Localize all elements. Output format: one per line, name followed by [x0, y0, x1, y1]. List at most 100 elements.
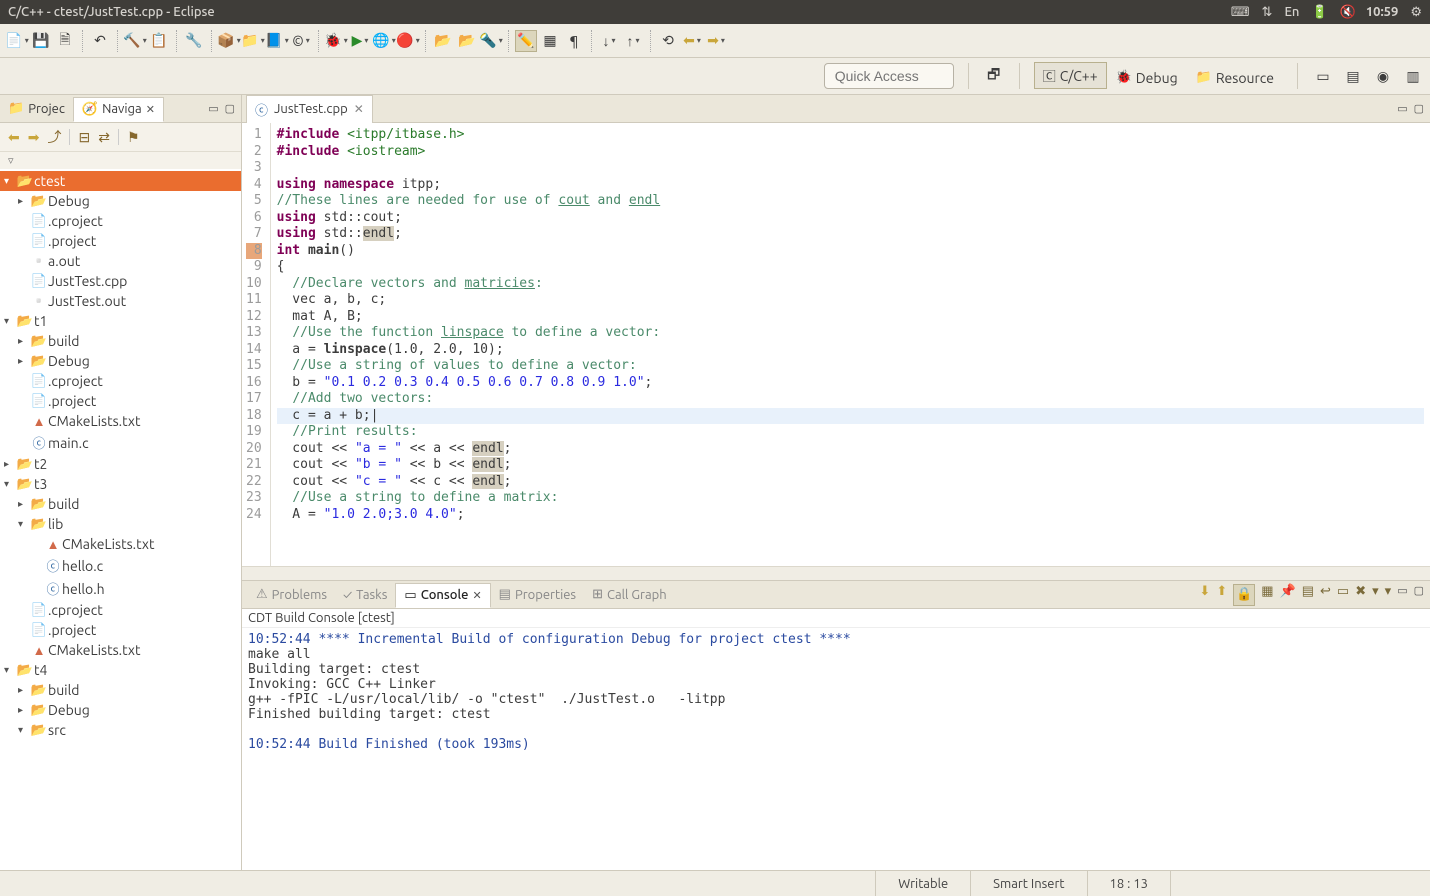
- build-all-button[interactable]: 📋: [148, 30, 170, 52]
- save-button[interactable]: 💾: [30, 30, 52, 52]
- task-list-icon[interactable]: ▤: [1342, 65, 1364, 87]
- up-icon[interactable]: ⤴: [47, 127, 61, 147]
- tab-properties[interactable]: ▤Properties: [491, 583, 584, 606]
- close-icon[interactable]: ✕: [146, 103, 155, 116]
- wrap-icon[interactable]: ↩: [1320, 584, 1331, 606]
- tree-item[interactable]: 📄JustTest.cpp: [0, 271, 241, 291]
- new-button[interactable]: 📄: [6, 30, 28, 52]
- filter-icon[interactable]: ⚑: [127, 129, 140, 146]
- tab-console[interactable]: ▭Console ✕: [395, 583, 490, 608]
- tree-item[interactable]: ▸📂build: [0, 331, 241, 351]
- tree-item[interactable]: ▾📂t4: [0, 660, 241, 680]
- tree-item[interactable]: 📄.cproject: [0, 600, 241, 620]
- display-selected-icon[interactable]: ▾: [1372, 584, 1379, 606]
- navigator-tab[interactable]: 🧭 Naviga ✕: [73, 97, 164, 122]
- minimize-icon[interactable]: ▭: [1397, 584, 1407, 606]
- up-arrow-icon[interactable]: ⬆: [1216, 584, 1227, 606]
- new-source-button[interactable]: ©: [290, 30, 312, 52]
- open-console-icon[interactable]: ▾: [1385, 584, 1392, 606]
- code-editor[interactable]: 123456789101112131415161718192021222324 …: [242, 123, 1430, 566]
- terminate-icon[interactable]: ▭: [1337, 584, 1349, 606]
- back-button[interactable]: ⬅: [681, 30, 703, 52]
- new-folder-button[interactable]: 📁: [242, 30, 264, 52]
- tree-item[interactable]: 📄.cproject: [0, 211, 241, 231]
- tree-item[interactable]: ▲CMakeLists.txt: [0, 534, 241, 554]
- code-area[interactable]: #include <itpp/itbase.h>#include <iostre…: [271, 123, 1430, 566]
- tree-item[interactable]: ⓒmain.c: [0, 431, 241, 454]
- outline-toggle-icon[interactable]: ▭: [1312, 65, 1334, 87]
- profile-button[interactable]: 🌐: [373, 30, 395, 52]
- scroll-lock-icon[interactable]: 🔒: [1233, 584, 1255, 606]
- last-edit-button[interactable]: ⟲: [657, 30, 679, 52]
- perspective-cc++[interactable]: 🄲C/C++: [1034, 62, 1107, 89]
- tree-item[interactable]: ▲CMakeLists.txt: [0, 411, 241, 431]
- target-icon[interactable]: ◉: [1372, 65, 1394, 87]
- tree-item[interactable]: ▸📂Debug: [0, 191, 241, 211]
- tree-item[interactable]: ⓒhello.h: [0, 577, 241, 600]
- debug-button[interactable]: 🐞: [325, 30, 347, 52]
- tree-item[interactable]: ▫️JustTest.out: [0, 291, 241, 311]
- open-perspective-button[interactable]: 🗗: [983, 65, 1005, 87]
- make-icon[interactable]: ▥: [1402, 65, 1424, 87]
- forward-button[interactable]: ➡: [705, 30, 727, 52]
- minimize-icon[interactable]: ▭: [208, 102, 218, 115]
- tool-button[interactable]: 🔧: [183, 30, 205, 52]
- run-button[interactable]: ▶: [349, 30, 371, 52]
- tree-item[interactable]: ▲CMakeLists.txt: [0, 640, 241, 660]
- block-select-button[interactable]: ▦: [539, 30, 561, 52]
- forward-icon[interactable]: ➡: [28, 129, 40, 146]
- collapse-all-icon[interactable]: ⊟: [78, 129, 90, 146]
- save-all-button[interactable]: 🗎: [54, 30, 76, 52]
- close-icon[interactable]: ✕: [354, 102, 364, 116]
- minimize-icon[interactable]: ▭: [1397, 102, 1407, 115]
- project-explorer-tab[interactable]: 📁 Projec: [0, 97, 73, 120]
- undo-button[interactable]: ↶: [89, 30, 111, 52]
- down-arrow-icon[interactable]: ⬇: [1199, 584, 1210, 606]
- hammer-build-button[interactable]: 🔨: [124, 30, 146, 52]
- toggle-mark-button[interactable]: ✏️: [515, 30, 537, 52]
- network-icon[interactable]: ⇅: [1262, 5, 1273, 20]
- show-console-icon[interactable]: ▤: [1302, 584, 1314, 606]
- tree-item[interactable]: 📄.project: [0, 620, 241, 640]
- maximize-icon[interactable]: ▢: [1414, 102, 1424, 115]
- external-tools-button[interactable]: 🔴: [397, 30, 419, 52]
- back-icon[interactable]: ⬅: [8, 129, 20, 146]
- editor-hscroll[interactable]: [242, 566, 1430, 580]
- file-tree[interactable]: ▾📂ctest▸📂Debug📄.cproject📄.project▫️a.out…: [0, 169, 241, 870]
- remove-terminated-icon[interactable]: ✖: [1355, 584, 1366, 606]
- next-annotation-button[interactable]: ↓: [598, 30, 620, 52]
- tree-item[interactable]: ▾📂ctest: [0, 171, 241, 191]
- language-indicator[interactable]: En: [1284, 5, 1299, 19]
- console-output[interactable]: 10:52:44 **** Incremental Build of confi…: [242, 628, 1430, 870]
- tree-item[interactable]: ▸📂Debug: [0, 700, 241, 720]
- whitespace-button[interactable]: ¶: [563, 30, 585, 52]
- perspective-debug[interactable]: 🐞Debug: [1107, 66, 1187, 90]
- clock[interactable]: 10:59: [1366, 5, 1399, 19]
- battery-icon[interactable]: 🔋: [1311, 5, 1327, 20]
- new-class-button[interactable]: 📘: [266, 30, 288, 52]
- tree-item[interactable]: ▾📂lib: [0, 514, 241, 534]
- pin-console-icon[interactable]: 📌: [1280, 584, 1296, 606]
- tree-item[interactable]: ▸📂t2: [0, 454, 241, 474]
- tree-item[interactable]: ▸📂build: [0, 680, 241, 700]
- open-task-button[interactable]: 📂: [456, 30, 478, 52]
- gear-icon[interactable]: ⚙: [1410, 5, 1422, 20]
- editor-tab-justtest[interactable]: ⓒ JustTest.cpp ✕: [246, 95, 373, 124]
- volume-icon[interactable]: 🔇: [1340, 5, 1356, 20]
- tree-item[interactable]: ⓒhello.c: [0, 554, 241, 577]
- new-project-button[interactable]: 📦: [218, 30, 240, 52]
- tree-item[interactable]: ▾📂t3: [0, 474, 241, 494]
- tree-item[interactable]: ▾📂src: [0, 720, 241, 740]
- tab-call-graph[interactable]: ⊞Call Graph: [584, 583, 675, 606]
- prev-annotation-button[interactable]: ↑: [622, 30, 644, 52]
- close-icon[interactable]: ✕: [472, 589, 481, 602]
- tree-item[interactable]: ▫️a.out: [0, 251, 241, 271]
- tree-item[interactable]: ▾📂t1: [0, 311, 241, 331]
- tree-item[interactable]: 📄.project: [0, 391, 241, 411]
- open-type-button[interactable]: 📂: [432, 30, 454, 52]
- perspective-resource[interactable]: 📁Resource: [1187, 66, 1283, 90]
- link-editor-icon[interactable]: ⇄: [98, 129, 110, 146]
- tree-item[interactable]: 📄.project: [0, 231, 241, 251]
- maximize-icon[interactable]: ▢: [1414, 584, 1424, 606]
- tree-item[interactable]: ▸📂build: [0, 494, 241, 514]
